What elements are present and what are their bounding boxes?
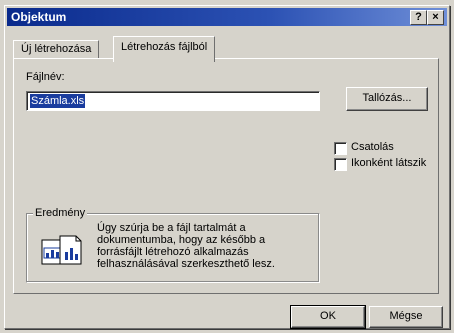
result-legend: Eredmény [33,207,88,219]
object-dialog: Objektum ? × Új létrehozása Létrehozás f… [4,5,450,329]
link-checkbox-box[interactable] [334,142,347,155]
browse-button[interactable]: Tallózás... [346,87,428,111]
display-as-icon-checkbox-label: Ikonként látszik [351,157,427,169]
link-checkbox-label: Csatolás [351,141,394,153]
close-button[interactable]: × [427,10,444,25]
tab-panel: Fájlnév: Számla.xls Tallózás... Csatolás… [13,58,439,294]
display-as-icon-checkbox-box[interactable] [334,158,347,171]
file-name-value: Számla.xls [30,94,86,108]
tab-create-new[interactable]: Új létrehozása [13,40,100,59]
tab-create-from-file[interactable]: Létrehozás fájlból [113,36,216,62]
result-group: Eredmény Úgy szúrja be a fájl tartalmát … [26,207,320,283]
cancel-button[interactable]: Mégse [369,306,443,328]
help-button[interactable]: ? [410,10,427,25]
embed-document-icon [41,235,82,265]
file-name-label: Fájlnév: [26,71,65,83]
file-name-input[interactable]: Számla.xls [26,91,320,111]
ok-button[interactable]: OK [291,306,365,328]
window-title: Objektum [11,10,67,24]
result-description: Úgy szúrja be a fájl tartalmát a dokumen… [97,222,275,270]
title-bar[interactable]: Objektum ? × [7,8,447,26]
